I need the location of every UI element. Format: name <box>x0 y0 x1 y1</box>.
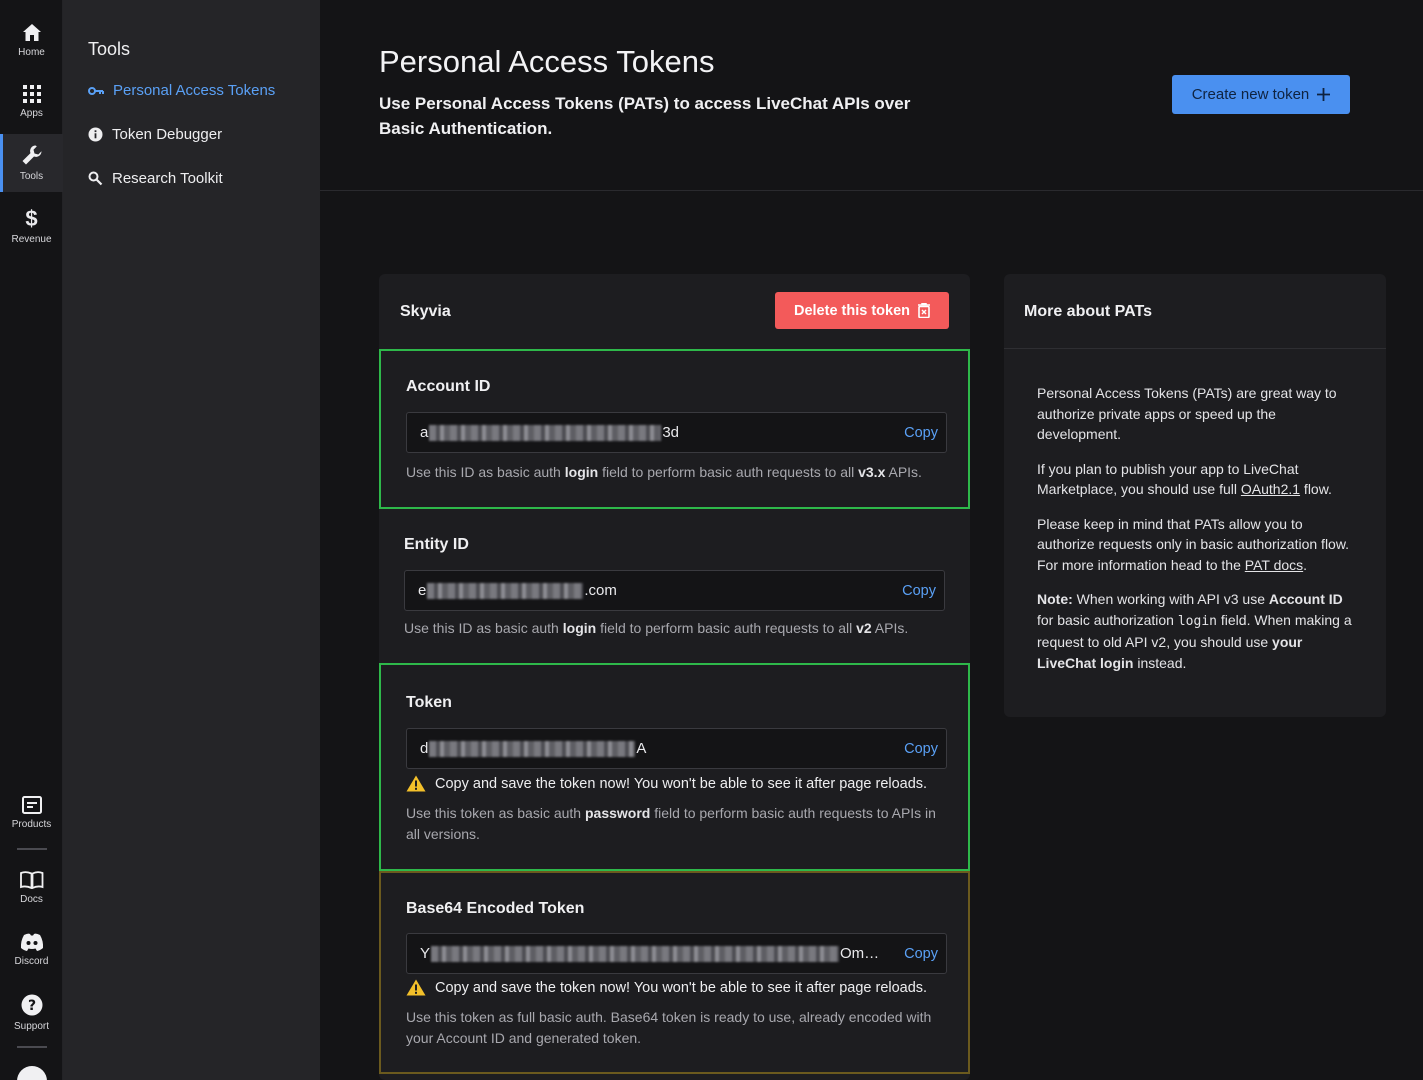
info-body: Personal Access Tokens (PATs) are great … <box>1037 383 1355 687</box>
rail-label: Support <box>13 1021 50 1032</box>
rail-divider <box>17 1046 47 1048</box>
base64-token-field[interactable]: Y Om… Copy <box>406 933 947 974</box>
help-icon: ? <box>21 994 42 1016</box>
more-about-pats-card: More about PATs Personal Access Tokens (… <box>1004 274 1386 717</box>
sidebar-item-personal-access-tokens[interactable]: Personal Access Tokens <box>88 82 275 99</box>
sidebar-item-label: Research Toolkit <box>112 170 223 187</box>
masked-value-start: Y <box>420 945 431 962</box>
trash-icon <box>918 303 931 318</box>
token-section: Token d A Copy Copy and save the token n… <box>379 663 970 871</box>
masked-value <box>431 945 840 962</box>
field-label: Token <box>406 694 452 711</box>
info-icon <box>88 127 103 142</box>
info-note: Note: When working with API v3 use Accou… <box>1037 591 1352 671</box>
info-paragraph: Personal Access Tokens (PATs) are great … <box>1037 385 1337 442</box>
field-label: Entity ID <box>404 536 469 553</box>
field-help: Use this token as full basic auth. Base6… <box>406 1009 932 1046</box>
info-title: More about PATs <box>1024 303 1152 320</box>
rail-label: Apps <box>20 108 43 119</box>
sidebar-item-research-toolkit[interactable]: Research Toolkit <box>88 170 223 187</box>
plus-icon <box>1317 88 1331 101</box>
svg-text:?: ? <box>27 998 35 1014</box>
field-label: Account ID <box>406 378 491 395</box>
rail-label: Home <box>18 46 45 58</box>
rail-label: Discord <box>14 956 49 967</box>
info-paragraph: Please keep in mind that PATs allow you … <box>1037 515 1350 573</box>
page-header: Personal Access Tokens Use Personal Acce… <box>320 0 1423 191</box>
field-help: Use this ID as basic auth login field to… <box>406 464 922 480</box>
copy-account-id-button[interactable]: Copy <box>904 425 938 441</box>
create-token-label: Create new token <box>1191 86 1310 103</box>
field-label: Base64 Encoded Token <box>406 900 585 917</box>
sidebar-item-label: Personal Access Tokens <box>113 82 276 99</box>
warning-text: Copy and save the token now! You won't b… <box>435 775 928 792</box>
book-icon <box>19 871 43 889</box>
masked-value-end: A <box>636 740 647 757</box>
divider <box>1004 348 1386 349</box>
delete-token-label: Delete this token <box>793 302 911 319</box>
masked-value-end: .com <box>584 582 617 599</box>
rail-label: Docs <box>20 894 43 905</box>
pat-docs-link[interactable]: PAT docs <box>1245 557 1303 573</box>
rail-divider <box>17 848 47 850</box>
entity-id-section: Entity ID e .com Copy Use this ID as bas… <box>379 509 970 663</box>
field-help: Use this ID as basic auth login field to… <box>404 620 909 636</box>
sidebar-item-token-debugger[interactable]: Token Debugger <box>88 126 222 143</box>
token-card: Skyvia Delete this token Account ID a 3d… <box>379 274 970 1080</box>
copy-token-button[interactable]: Copy <box>904 741 938 757</box>
rail-item-home[interactable]: Home <box>0 10 63 70</box>
warning-icon <box>406 979 426 996</box>
products-icon <box>21 796 42 814</box>
rail-item-support[interactable]: ? Support <box>0 983 63 1043</box>
dollar-icon: $ <box>25 206 38 231</box>
key-icon <box>88 86 104 95</box>
masked-value-start: d <box>420 740 429 757</box>
rail-item-revenue[interactable]: $ Revenue <box>0 197 63 257</box>
masked-value-end: Om… <box>840 945 880 962</box>
masked-value-end: 3d <box>662 424 680 441</box>
rail-item-tools[interactable]: Tools <box>0 134 63 192</box>
rail-item-apps[interactable]: Apps <box>0 72 63 132</box>
token-warning: Copy and save the token now! You won't b… <box>406 775 927 792</box>
page-subtitle: Use Personal Access Tokens (PATs) to acc… <box>379 94 911 138</box>
grid-icon <box>22 85 41 103</box>
oauth-link[interactable]: OAuth2.1 <box>1241 481 1300 497</box>
rail-label: Revenue <box>11 234 52 245</box>
rail-label: Products <box>11 819 52 830</box>
masked-value-start: e <box>418 582 427 599</box>
page-title: Personal Access Tokens <box>379 44 715 79</box>
tools-sidebar: Tools Personal Access Tokens Token Debug… <box>63 0 320 1080</box>
base64-token-section: Base64 Encoded Token Y Om… Copy Copy and… <box>379 871 970 1074</box>
rail-item-discord[interactable]: Discord <box>0 920 63 980</box>
home-icon <box>22 23 41 41</box>
warning-icon <box>406 775 426 792</box>
rail-label: Tools <box>19 171 44 182</box>
account-id-section: Account ID a 3d Copy Use this ID as basi… <box>379 349 970 509</box>
masked-value-start: a <box>420 424 429 441</box>
token-name: Skyvia <box>400 303 451 320</box>
account-id-field[interactable]: a 3d Copy <box>406 412 947 453</box>
field-help: Use this token as basic auth password fi… <box>406 805 936 842</box>
masked-value <box>427 582 584 599</box>
entity-id-field[interactable]: e .com Copy <box>404 570 945 611</box>
token-field[interactable]: d A Copy <box>406 728 947 769</box>
masked-value <box>429 424 662 441</box>
copy-entity-id-button[interactable]: Copy <box>902 583 936 599</box>
rail-item-docs[interactable]: Docs <box>0 858 63 918</box>
avatar[interactable] <box>17 1066 47 1080</box>
warning-text: Copy and save the token now! You won't b… <box>435 979 928 996</box>
delete-token-button[interactable]: Delete this token <box>775 292 949 329</box>
wrench-icon <box>22 145 42 165</box>
copy-base64-token-button[interactable]: Copy <box>904 946 938 962</box>
sidebar-item-label: Token Debugger <box>112 126 223 143</box>
rail-item-products[interactable]: Products <box>0 783 63 843</box>
create-new-token-button[interactable]: Create new token <box>1172 75 1350 114</box>
discord-icon <box>20 933 43 951</box>
info-paragraph: If you plan to publish your app to LiveC… <box>1037 460 1332 498</box>
icon-rail: Home Apps Tools $ Revenue Products Docs … <box>0 0 63 1080</box>
sidebar-title: Tools <box>88 39 131 59</box>
search-icon <box>88 171 103 186</box>
masked-value <box>429 740 636 757</box>
base64-warning: Copy and save the token now! You won't b… <box>406 979 927 996</box>
